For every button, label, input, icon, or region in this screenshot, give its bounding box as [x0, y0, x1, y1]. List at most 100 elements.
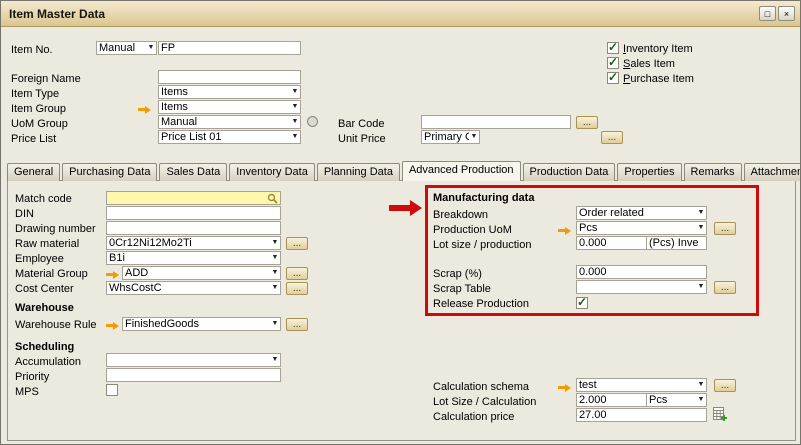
scrap-percent-label: Scrap (%)	[433, 268, 482, 281]
lot-size-calculation-input[interactable]	[576, 393, 647, 407]
item-no-input[interactable]	[158, 41, 301, 55]
uom-group-label: UoM Group	[11, 118, 68, 131]
foreign-name-label: Foreign Name	[11, 73, 81, 86]
item-no-series-combo[interactable]: Manual ▼	[96, 41, 157, 55]
bar-code-ellipsis-button[interactable]: ...	[576, 116, 598, 129]
tab-planning-data[interactable]: Planning Data	[317, 163, 400, 181]
dropdown-arrow-icon: ▼	[290, 86, 300, 98]
production-uom-link-arrow-icon[interactable]	[558, 226, 572, 235]
item-type-combo[interactable]: Items ▼	[158, 85, 301, 99]
tab-advanced-production[interactable]: Advanced Production	[402, 161, 521, 181]
lot-size-calculation-uom-combo[interactable]: Pcs ▼	[646, 393, 707, 407]
cost-center-value: WhsCostC	[107, 282, 270, 294]
scrap-table-label: Scrap Table	[433, 283, 491, 296]
tab-purchasing-data[interactable]: Purchasing Data	[62, 163, 157, 181]
tab-sales-data[interactable]: Sales Data	[159, 163, 227, 181]
dropdown-arrow-icon: ▼	[270, 252, 280, 264]
item-master-data-window: Item Master Data □ × Item No. Manual ▼ F…	[0, 0, 801, 445]
priority-label: Priority	[15, 371, 49, 384]
calculator-icon[interactable]	[713, 407, 727, 421]
tab-properties[interactable]: Properties	[617, 163, 681, 181]
unit-price-currency-combo[interactable]: Primary Curr ▼	[421, 130, 480, 144]
tab-production-data[interactable]: Production Data	[523, 163, 616, 181]
scrap-table-combo[interactable]: ▼	[576, 280, 707, 294]
dropdown-arrow-icon: ▼	[270, 282, 280, 294]
item-group-combo[interactable]: Items ▼	[158, 100, 301, 114]
dropdown-arrow-icon: ▼	[469, 131, 479, 143]
scrap-percent-input[interactable]	[576, 265, 707, 279]
tab-general[interactable]: General	[7, 163, 60, 181]
close-icon[interactable]: ×	[778, 6, 795, 21]
restore-icon[interactable]: □	[759, 6, 776, 21]
manufacturing-section-label: Manufacturing data	[433, 192, 534, 205]
match-code-selector-icon[interactable]	[267, 193, 278, 204]
uom-group-combo[interactable]: Manual ▼	[158, 115, 301, 129]
lot-size-calculation-uom-value: Pcs	[647, 394, 696, 406]
scrap-table-ellipsis-button[interactable]: ...	[714, 281, 736, 294]
match-code-input[interactable]	[106, 191, 281, 205]
mps-label: MPS	[15, 386, 39, 399]
dropdown-arrow-icon: ▼	[270, 318, 280, 330]
dropdown-arrow-icon: ▼	[696, 394, 706, 406]
din-input[interactable]	[106, 206, 281, 220]
production-uom-combo[interactable]: Pcs ▼	[576, 221, 707, 235]
item-group-value: Items	[159, 101, 290, 113]
warehouse-rule-link-arrow-icon[interactable]	[106, 321, 120, 330]
foreign-name-input[interactable]	[158, 70, 301, 84]
item-no-series-value: Manual	[97, 42, 146, 54]
priority-input[interactable]	[106, 368, 281, 382]
purchase-item-checkbox[interactable]	[607, 72, 619, 84]
production-uom-label: Production UoM	[433, 224, 512, 237]
dropdown-arrow-icon: ▼	[696, 281, 706, 293]
dropdown-arrow-icon: ▼	[290, 101, 300, 113]
material-group-combo[interactable]: ADD ▼	[122, 266, 281, 280]
material-group-label: Material Group	[15, 268, 88, 281]
raw-material-ellipsis-button[interactable]: ...	[286, 237, 308, 250]
raw-material-combo[interactable]: 0Cr12Ni12Mo2Ti ▼	[106, 236, 281, 250]
breakdown-value: Order related	[577, 207, 696, 219]
uom-group-info-icon[interactable]	[307, 116, 318, 127]
cost-center-ellipsis-button[interactable]: ...	[286, 282, 308, 295]
warehouse-rule-label: Warehouse Rule	[15, 319, 97, 332]
material-group-link-arrow-icon[interactable]	[106, 270, 120, 279]
material-group-ellipsis-button[interactable]: ...	[286, 267, 308, 280]
drawing-number-input[interactable]	[106, 221, 281, 235]
item-no-label: Item No.	[11, 44, 53, 57]
calculation-schema-link-arrow-icon[interactable]	[558, 383, 572, 392]
production-uom-ellipsis-button[interactable]: ...	[714, 222, 736, 235]
breakdown-combo[interactable]: Order related ▼	[576, 206, 707, 220]
release-production-checkbox[interactable]	[576, 297, 588, 309]
tab-inventory-data[interactable]: Inventory Data	[229, 163, 315, 181]
mps-checkbox[interactable]	[106, 384, 118, 396]
calculation-price-input[interactable]	[576, 408, 707, 422]
inventory-item-checkbox[interactable]	[607, 42, 619, 54]
match-code-label: Match code	[15, 193, 72, 206]
unit-price-ellipsis-button[interactable]: ...	[601, 131, 623, 144]
sales-item-checkbox[interactable]	[607, 57, 619, 69]
warehouse-rule-value: FinishedGoods	[123, 318, 270, 330]
item-group-label: Item Group	[11, 103, 66, 116]
dropdown-arrow-icon: ▼	[696, 379, 706, 391]
production-uom-value: Pcs	[577, 222, 696, 234]
price-list-combo[interactable]: Price List 01 ▼	[158, 130, 301, 144]
calculation-schema-ellipsis-button[interactable]: ...	[714, 379, 736, 392]
release-production-label: Release Production	[433, 298, 529, 311]
tab-remarks[interactable]: Remarks	[684, 163, 742, 181]
dropdown-arrow-icon: ▼	[270, 354, 280, 366]
warehouse-section-label: Warehouse	[15, 302, 74, 315]
item-type-value: Items	[159, 86, 290, 98]
warehouse-rule-combo[interactable]: FinishedGoods ▼	[122, 317, 281, 331]
window-title: Item Master Data	[9, 7, 105, 21]
title-bar[interactable]: Item Master Data □ ×	[1, 1, 800, 27]
price-list-label: Price List	[11, 133, 56, 146]
bar-code-input[interactable]	[421, 115, 571, 129]
calculation-schema-combo[interactable]: test ▼	[576, 378, 707, 392]
raw-material-value: 0Cr12Ni12Mo2Ti	[107, 237, 270, 249]
warehouse-rule-ellipsis-button[interactable]: ...	[286, 318, 308, 331]
accumulation-combo[interactable]: ▼	[106, 353, 281, 367]
lot-size-production-input[interactable]	[576, 236, 647, 250]
cost-center-combo[interactable]: WhsCostC ▼	[106, 281, 281, 295]
item-group-link-arrow-icon[interactable]	[138, 105, 152, 114]
tab-attachments[interactable]: Attachments	[744, 163, 801, 181]
employee-combo[interactable]: B1i ▼	[106, 251, 281, 265]
